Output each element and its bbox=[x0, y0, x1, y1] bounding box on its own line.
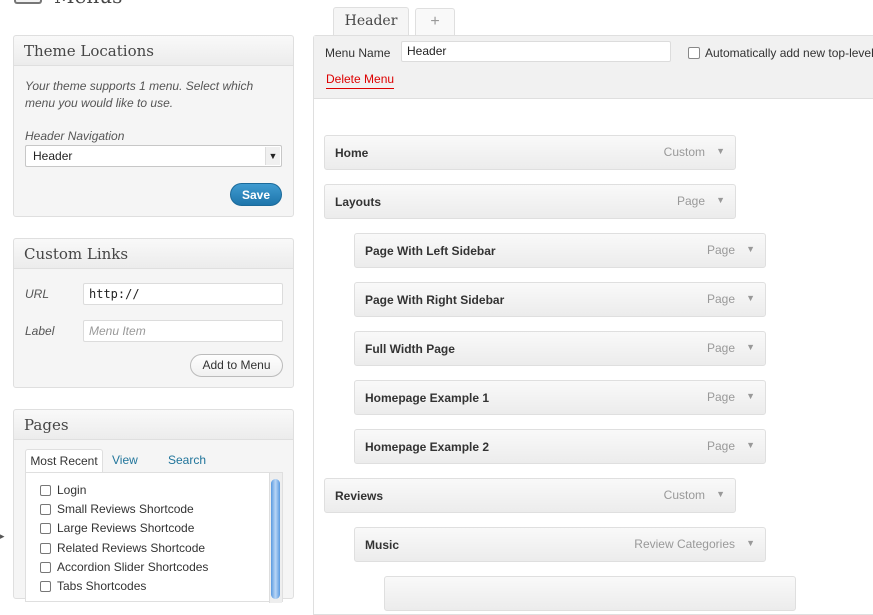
add-menu-tab[interactable]: + bbox=[415, 8, 455, 36]
checkbox[interactable] bbox=[40, 581, 51, 592]
expand-arrow-icon[interactable]: ▼ bbox=[746, 293, 755, 303]
label-input[interactable]: Menu Item bbox=[83, 320, 283, 342]
tab-most-recent[interactable]: Most Recent bbox=[25, 449, 103, 472]
label-label: Label bbox=[25, 324, 55, 338]
pages-box: Pages Most Recent View All Search Login … bbox=[13, 409, 294, 603]
custom-links-box: Custom Links URL http:// Label Menu Item… bbox=[13, 238, 294, 388]
menus-icon bbox=[14, 0, 42, 4]
expand-arrow-icon[interactable]: ▼ bbox=[746, 342, 755, 352]
header-navigation-select[interactable]: Header ▼ bbox=[25, 145, 282, 167]
menu-editor: Menu Name Header Automatically add new t… bbox=[313, 35, 873, 615]
custom-links-heading: Custom Links bbox=[14, 239, 293, 269]
menu-name-value: Header bbox=[407, 44, 447, 58]
menu-item[interactable]: Layouts Page ▼ bbox=[324, 184, 736, 219]
tab-header-menu[interactable]: Header bbox=[333, 7, 409, 36]
auto-add-label: Automatically add new top-level bbox=[705, 46, 873, 60]
expand-arrow-icon[interactable]: ▼ bbox=[716, 489, 725, 499]
expand-arrow-icon[interactable]: ▼ bbox=[716, 146, 725, 156]
checkbox[interactable] bbox=[40, 562, 51, 573]
url-input-value: http:// bbox=[89, 287, 140, 301]
menu-item[interactable]: Music Review Categories ▼ bbox=[354, 527, 766, 562]
save-button[interactable]: Save bbox=[230, 183, 282, 206]
url-input[interactable]: http:// bbox=[83, 283, 283, 305]
menu-item[interactable]: Homepage Example 2 Page ▼ bbox=[354, 429, 766, 464]
pages-scrollbar[interactable] bbox=[269, 473, 282, 603]
auto-add-checkbox[interactable] bbox=[688, 47, 700, 59]
url-label: URL bbox=[25, 287, 50, 301]
expand-arrow-icon[interactable]: ▼ bbox=[746, 538, 755, 548]
menu-item[interactable]: Home Custom ▼ bbox=[324, 135, 736, 170]
tab-view-all[interactable]: View All bbox=[112, 449, 138, 489]
menu-name-label: Menu Name bbox=[325, 46, 391, 60]
pages-heading: Pages bbox=[14, 410, 293, 440]
pages-list: Login Small Reviews Shortcode Large Revi… bbox=[25, 472, 283, 603]
menu-item[interactable] bbox=[384, 576, 796, 611]
delete-menu-link[interactable]: Delete Menu bbox=[326, 72, 395, 89]
menu-header: Menu Name Header Automatically add new t… bbox=[314, 36, 873, 99]
expand-arrow-icon[interactable]: ▼ bbox=[746, 391, 755, 401]
menu-item[interactable]: Full Width Page Page ▼ bbox=[354, 331, 766, 366]
selected-menu-value: Header bbox=[33, 149, 73, 163]
theme-locations-box: Theme Locations Your theme supports 1 me… bbox=[13, 35, 294, 217]
menu-name-input[interactable]: Header bbox=[401, 41, 671, 62]
collapse-arrow-icon[interactable]: ▸ bbox=[0, 531, 5, 541]
checkbox[interactable] bbox=[40, 523, 51, 534]
add-to-menu-button[interactable]: Add to Menu bbox=[190, 354, 283, 377]
theme-locations-description: Your theme supports 1 menu. Select which… bbox=[25, 79, 254, 110]
expand-arrow-icon[interactable]: ▼ bbox=[746, 244, 755, 254]
scroll-thumb[interactable] bbox=[271, 479, 280, 599]
page-title-text: Menus bbox=[54, 0, 122, 8]
tab-search[interactable]: Search bbox=[168, 449, 206, 472]
label-input-placeholder: Menu Item bbox=[89, 324, 146, 338]
expand-arrow-icon[interactable]: ▼ bbox=[746, 440, 755, 450]
select-arrow-icon[interactable]: ▼ bbox=[265, 147, 280, 165]
expand-arrow-icon[interactable]: ▼ bbox=[716, 195, 725, 205]
menu-item[interactable]: Page With Right Sidebar Page ▼ bbox=[354, 282, 766, 317]
menu-item[interactable]: Homepage Example 1 Page ▼ bbox=[354, 380, 766, 415]
checkbox[interactable] bbox=[40, 543, 51, 554]
theme-locations-heading: Theme Locations bbox=[14, 36, 293, 66]
header-navigation-label: Header Navigation bbox=[25, 129, 125, 143]
menu-item[interactable]: Page With Left Sidebar Page ▼ bbox=[354, 233, 766, 268]
menu-item[interactable]: Reviews Custom ▼ bbox=[324, 478, 736, 513]
checkbox[interactable] bbox=[40, 504, 51, 515]
checkbox[interactable] bbox=[40, 485, 51, 496]
